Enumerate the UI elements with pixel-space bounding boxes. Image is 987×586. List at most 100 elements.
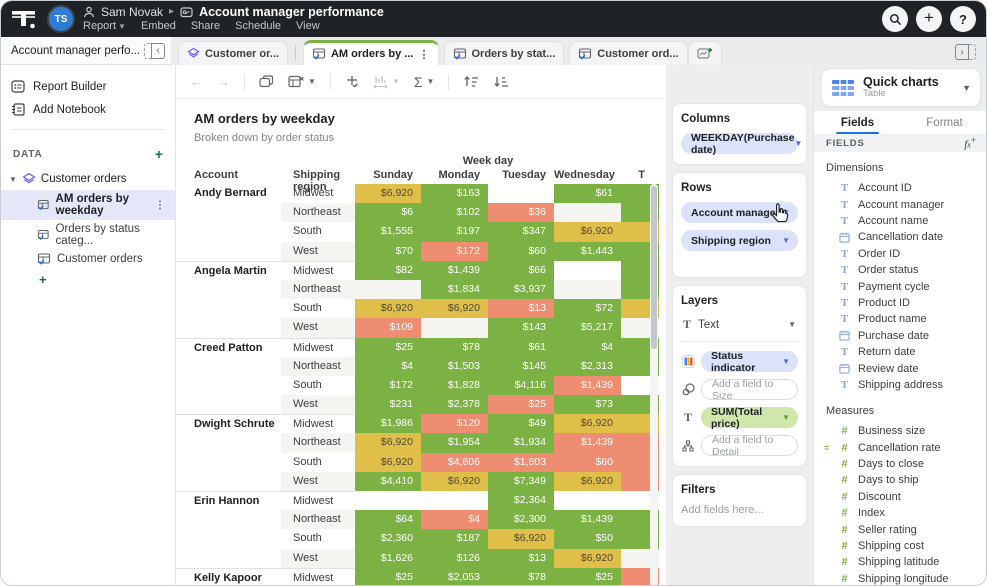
value-cell[interactable]: $25 — [488, 395, 554, 414]
field-item-product-name[interactable]: TProduct name — [814, 311, 987, 327]
field-item-return-date[interactable]: TReturn date — [814, 344, 987, 360]
value-cell[interactable]: $78 — [421, 338, 488, 357]
value-cell[interactable]: $5,217 — [554, 318, 621, 337]
add-data-button[interactable]: + — [155, 146, 163, 162]
value-cell[interactable]: $2,053 — [421, 568, 488, 586]
column-width-button[interactable]: ▼ — [373, 75, 400, 89]
value-cell[interactable]: $36 — [488, 203, 554, 222]
value-cell[interactable]: $187 — [421, 529, 488, 548]
menu-item-embed[interactable]: Embed — [141, 21, 176, 32]
value-cell[interactable]: $13 — [488, 299, 554, 318]
field-item-shipping-longitude[interactable]: #Shipping longitude — [814, 571, 987, 586]
tab-am-orders-by[interactable]: AM orders by ...⋮ — [303, 40, 439, 65]
value-cell[interactable]: $6,920 — [488, 529, 554, 548]
field-pill-account-manager[interactable]: Account manager▼ — [681, 202, 798, 223]
value-cell[interactable]: $6,920 — [421, 472, 488, 491]
value-cell[interactable]: $70 — [355, 242, 421, 261]
chevron-down-icon[interactable]: ▼ — [782, 236, 790, 245]
value-cell[interactable]: $72 — [554, 299, 621, 318]
value-cell[interactable]: $1,439 — [554, 433, 621, 452]
field-item-cancellation-date[interactable]: Cancellation date — [814, 229, 987, 245]
tab-customer-or[interactable]: Customer or... — [178, 41, 288, 65]
value-cell[interactable]: $1,626 — [355, 549, 421, 568]
chevron-down-icon[interactable]: ▼ — [782, 413, 790, 422]
new-tab-button[interactable] — [688, 41, 722, 65]
value-cell[interactable]: $1,803 — [488, 453, 554, 472]
value-cell[interactable]: $4 — [554, 338, 621, 357]
value-cell[interactable] — [554, 261, 621, 280]
filters-placeholder[interactable]: Add fields here... — [681, 504, 798, 516]
field-drop-target[interactable]: Add a field to Size — [701, 379, 798, 400]
value-cell[interactable]: $1,439 — [421, 261, 488, 280]
value-cell[interactable]: $1,503 — [421, 357, 488, 376]
value-cell[interactable]: $73 — [554, 395, 621, 414]
undo-button[interactable]: ← — [190, 74, 203, 89]
value-cell[interactable]: $6,920 — [554, 472, 621, 491]
tab-orders-by-stat[interactable]: Orders by stat... — [444, 41, 565, 65]
value-cell[interactable]: $1,439 — [554, 510, 621, 529]
tab-fields[interactable]: Fields — [814, 111, 901, 134]
value-cell[interactable]: $4,606 — [421, 453, 488, 472]
sidebar-item-report-builder[interactable]: Report Builder — [1, 75, 175, 98]
value-cell[interactable]: $50 — [554, 529, 621, 548]
value-cell[interactable]: $13 — [488, 549, 554, 568]
field-item-shipping-cost[interactable]: #Shipping cost — [814, 538, 987, 554]
menu-item-view[interactable]: View — [296, 21, 320, 32]
user-name[interactable]: Sam Novak — [101, 6, 163, 18]
field-pill-status-indicator[interactable]: Status indicator▼ — [701, 351, 798, 372]
value-cell[interactable]: $61 — [554, 184, 621, 203]
add-formula-button[interactable]: fx+ — [964, 135, 976, 151]
value-cell[interactable]: $6,920 — [355, 433, 421, 452]
column-header-account-manager[interactable]: Account manager — [176, 169, 281, 184]
value-cell[interactable]: $2,378 — [421, 395, 488, 414]
value-cell[interactable]: $6,920 — [355, 184, 421, 203]
value-cell[interactable]: $64 — [355, 510, 421, 529]
avatar[interactable]: TS — [49, 7, 73, 31]
field-item-account-manager[interactable]: TAccount manager — [814, 196, 987, 212]
aggregate-button[interactable]: Σ▼ — [414, 74, 435, 90]
add-answer-button[interactable]: + — [1, 268, 175, 287]
field-item-review-date[interactable]: Review date — [814, 360, 987, 376]
value-cell[interactable]: $1,828 — [421, 376, 488, 395]
value-cell[interactable]: $2,364 — [488, 491, 554, 510]
app-logo-icon[interactable] — [9, 7, 39, 31]
column-header-t[interactable]: T — [621, 169, 659, 184]
field-item-order-id[interactable]: TOrder ID — [814, 246, 987, 262]
value-cell[interactable]: $102 — [421, 203, 488, 222]
value-cell[interactable]: $82 — [355, 261, 421, 280]
field-item-account-id[interactable]: TAccount ID — [814, 180, 987, 196]
value-cell[interactable]: $6,920 — [355, 453, 421, 472]
field-item-index[interactable]: #Index — [814, 505, 987, 521]
value-cell[interactable]: $1,439 — [554, 376, 621, 395]
field-drop-target[interactable]: Add a field to Detail — [701, 435, 798, 456]
expand-panel-button[interactable]: › — [955, 44, 976, 60]
field-pill-weekday-purchase-date[interactable]: WEEKDAY(Purchase date)▼ — [681, 133, 798, 154]
value-cell[interactable]: $109 — [355, 318, 421, 337]
vertical-scrollbar[interactable] — [650, 184, 658, 586]
tree-root-customer-orders[interactable]: ▼ Customer orders — [1, 168, 175, 190]
tree-item-orders-by-status-categ[interactable]: Orders by status categ... — [1, 220, 175, 250]
value-cell[interactable]: $2,300 — [488, 510, 554, 529]
value-cell[interactable]: $163 — [421, 184, 488, 203]
value-cell[interactable]: $25 — [355, 568, 421, 586]
sort-ascending-button[interactable] — [463, 75, 479, 88]
tree-item-am-orders-by-weekday[interactable]: AM orders by weekday⋮ — [1, 190, 175, 220]
field-item-seller-rating[interactable]: #Seller rating — [814, 521, 987, 537]
field-item-discount[interactable]: #Discount — [814, 489, 987, 505]
value-cell[interactable]: $1,954 — [421, 433, 488, 452]
chevron-down-icon[interactable]: ▼ — [794, 139, 802, 148]
menu-item-share[interactable]: Share — [191, 21, 220, 32]
value-cell[interactable]: $61 — [488, 338, 554, 357]
value-cell[interactable]: $231 — [355, 395, 421, 414]
value-cell[interactable]: $6 — [355, 203, 421, 222]
add-button[interactable]: + — [916, 6, 942, 32]
field-item-purchase-date[interactable]: Purchase date — [814, 328, 987, 344]
value-cell[interactable]: $4 — [355, 357, 421, 376]
field-item-cancellation-rate[interactable]: =#Cancellation rate — [814, 439, 987, 455]
column-header-shipping-region[interactable]: Shipping region — [281, 169, 355, 184]
value-cell[interactable]: $49 — [488, 414, 554, 433]
field-item-payment-cycle[interactable]: TPayment cycle — [814, 278, 987, 294]
value-cell[interactable]: $7,349 — [488, 472, 554, 491]
tab-menu-icon[interactable]: ⋮ — [419, 48, 430, 61]
field-item-shipping-latitude[interactable]: #Shipping latitude — [814, 554, 987, 570]
